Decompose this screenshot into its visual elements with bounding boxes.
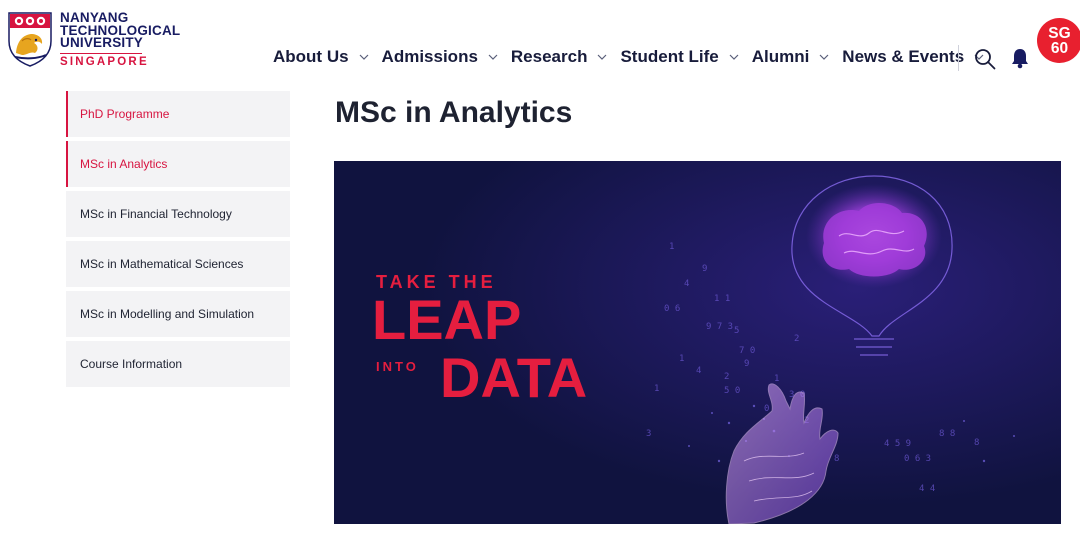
svg-text:5 0: 5 0 <box>724 386 740 396</box>
svg-text:9: 9 <box>744 359 749 369</box>
hero-line-4: DATA <box>440 346 587 409</box>
chevron-down-icon <box>488 54 498 60</box>
hero-banner: 194 1 10 69 7 3 57 01 429 5 013 0 028 4 … <box>334 161 1061 524</box>
sidebar-item-label: MSc in Financial Technology <box>80 207 232 221</box>
svg-text:9 7 3: 9 7 3 <box>706 322 733 332</box>
nav-label: About Us <box>273 47 349 66</box>
svg-text:1: 1 <box>774 374 779 384</box>
nav-admissions[interactable]: Admissions <box>382 47 498 67</box>
svg-text:0: 0 <box>764 404 769 414</box>
sidebar-item-label: MSc in Mathematical Sciences <box>80 257 244 271</box>
svg-text:8: 8 <box>974 438 979 448</box>
svg-text:1: 1 <box>679 354 684 364</box>
chevron-down-icon <box>819 54 829 60</box>
svg-text:4: 4 <box>684 279 689 289</box>
nav-research[interactable]: Research <box>511 47 608 67</box>
svg-text:4: 4 <box>696 366 701 376</box>
active-indicator <box>66 141 68 187</box>
sg60-line-1: SG <box>1048 24 1071 42</box>
sidebar-item-msc-financial-technology[interactable]: MSc in Financial Technology <box>66 191 290 237</box>
sidebar-item-phd-programme[interactable]: PhD Programme <box>66 91 290 137</box>
sidebar-nav: PhD Programme MSc in Analytics MSc in Fi… <box>66 91 290 391</box>
svg-text:5: 5 <box>734 326 739 336</box>
bell-icon[interactable] <box>1010 47 1030 69</box>
sidebar-item-label: MSc in Analytics <box>80 157 168 171</box>
svg-text:4 4: 4 4 <box>919 484 935 494</box>
nav-news-events[interactable]: News & Events <box>842 47 984 67</box>
main-nav: About Us Admissions Research Student Lif… <box>273 44 997 70</box>
sidebar-item-label: MSc in Modelling and Simulation <box>80 307 255 321</box>
svg-text:4 5 9: 4 5 9 <box>884 439 911 449</box>
nav-divider <box>958 45 959 71</box>
logo-wordmark: NANYANG TECHNOLOGICAL UNIVERSITY SINGAPO… <box>60 11 180 68</box>
svg-text:9: 9 <box>702 264 707 274</box>
hero-line-2: LEAP <box>372 288 521 351</box>
hero-line-3: INTO <box>376 359 419 374</box>
nav-alumni[interactable]: Alumni <box>752 47 830 67</box>
ntu-logo[interactable]: NANYANG TECHNOLOGICAL UNIVERSITY SINGAPO… <box>7 11 180 68</box>
page-title: MSc in Analytics <box>335 96 573 129</box>
svg-text:3: 3 <box>646 429 651 439</box>
svg-text:2: 2 <box>724 372 729 382</box>
svg-text:8: 8 <box>834 454 839 464</box>
svg-text:1 1: 1 1 <box>714 294 730 304</box>
logo-line-4: SINGAPORE <box>60 52 147 68</box>
sidebar-item-label: PhD Programme <box>80 107 170 121</box>
logo-line-3: UNIVERSITY <box>60 35 144 50</box>
sidebar-item-msc-analytics[interactable]: MSc in Analytics <box>66 141 290 187</box>
chevron-down-icon <box>359 54 368 60</box>
svg-text:0 6: 0 6 <box>664 304 680 314</box>
university-crest-icon <box>8 12 52 67</box>
sg60-badge[interactable]: SG 60 <box>1037 18 1080 63</box>
nav-label: Alumni <box>751 47 810 66</box>
nav-label: News & Events <box>842 47 965 66</box>
brain-icon <box>822 202 927 277</box>
svg-text:8 8: 8 8 <box>939 429 955 439</box>
sidebar-item-msc-modelling-simulation[interactable]: MSc in Modelling and Simulation <box>66 291 290 337</box>
chevron-down-icon <box>598 54 607 60</box>
sg60-line-2: 60 <box>1050 39 1069 57</box>
search-icon[interactable] <box>974 48 996 70</box>
sidebar-item-course-information[interactable]: Course Information <box>66 341 290 387</box>
hero-illustration: 194 1 10 69 7 3 57 01 429 5 013 0 028 4 … <box>334 161 1061 524</box>
active-indicator <box>66 91 68 137</box>
nav-about-us[interactable]: About Us <box>273 47 369 67</box>
svg-text:1: 1 <box>654 384 659 394</box>
sidebar-item-label: Course Information <box>80 357 183 371</box>
sidebar-item-msc-mathematical-sciences[interactable]: MSc in Mathematical Sciences <box>66 241 290 287</box>
nav-label: Student Life <box>620 47 719 66</box>
nav-label: Research <box>510 47 588 66</box>
svg-text:2: 2 <box>794 334 799 344</box>
nav-label: Admissions <box>381 47 478 66</box>
nav-student-life[interactable]: Student Life <box>620 47 739 67</box>
svg-text:7 0: 7 0 <box>739 346 755 356</box>
chevron-down-icon <box>729 54 739 60</box>
svg-text:1: 1 <box>669 242 674 252</box>
svg-text:0 6 3: 0 6 3 <box>904 454 931 464</box>
